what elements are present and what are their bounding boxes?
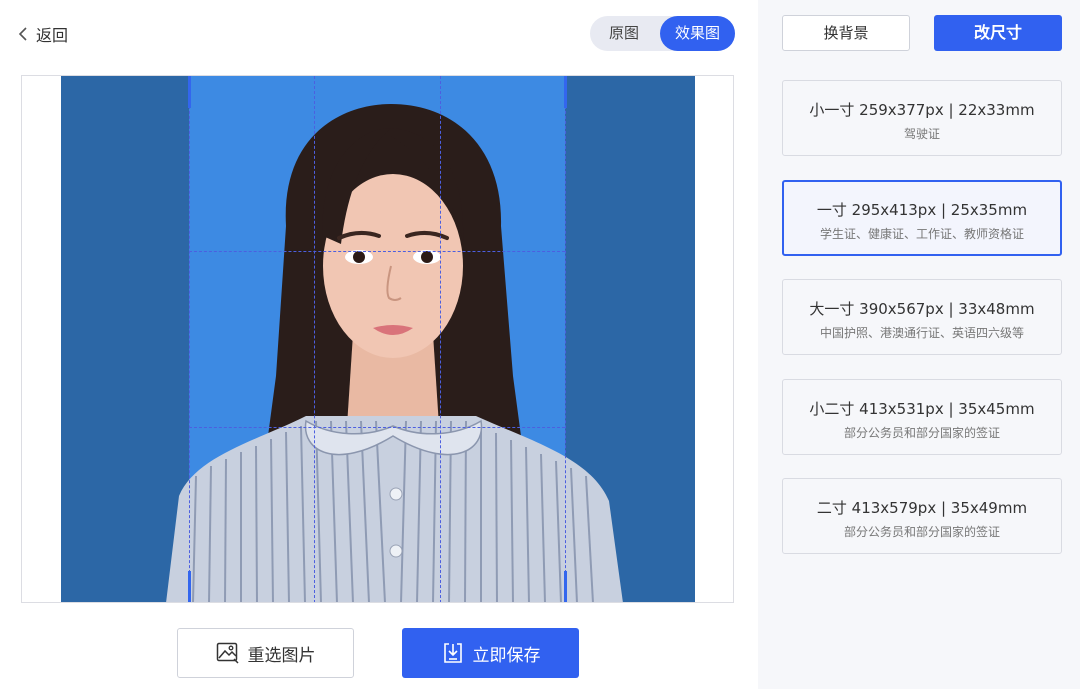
crop-handle[interactable] xyxy=(564,76,567,108)
settings-panel: 换背景 改尺寸 小一寸 259x377px | 22x33mm 驾驶证 一寸 2… xyxy=(758,0,1080,689)
size-option-large-1inch[interactable]: 大一寸 390x567px | 33x48mm 中国护照、港澳通行证、英语四六级… xyxy=(782,279,1062,355)
grid-line xyxy=(440,76,441,602)
size-option-small-1inch[interactable]: 小一寸 259x377px | 22x33mm 驾驶证 xyxy=(782,80,1062,156)
image-icon xyxy=(216,642,239,664)
size-desc: 部分公务员和部分国家的签证 xyxy=(843,525,1000,539)
change-background-button[interactable]: 换背景 xyxy=(782,15,910,51)
photo-preview xyxy=(61,76,695,602)
save-label: 立即保存 xyxy=(472,645,541,666)
crop-handle[interactable] xyxy=(564,571,567,602)
grid-line xyxy=(189,427,565,428)
size-name: 一寸 295x413px | 25x35mm xyxy=(816,201,1028,219)
portrait-image xyxy=(166,104,623,602)
size-name: 二寸 413x579px | 35x49mm xyxy=(816,499,1028,517)
size-desc: 驾驶证 xyxy=(903,127,940,141)
size-desc: 中国护照、港澳通行证、英语四六级等 xyxy=(819,326,1024,340)
reselect-label: 重选图片 xyxy=(247,645,316,666)
size-name: 小一寸 259x377px | 22x33mm xyxy=(809,101,1035,119)
size-name: 大一寸 390x567px | 33x48mm xyxy=(809,300,1035,318)
back-button[interactable]: 返回 xyxy=(18,22,68,46)
size-option-2inch[interactable]: 二寸 413x579px | 35x49mm 部分公务员和部分国家的签证 xyxy=(782,478,1062,554)
size-name: 小二寸 413x531px | 35x45mm xyxy=(809,400,1035,418)
resize-button[interactable]: 改尺寸 xyxy=(934,15,1062,51)
photo-canvas xyxy=(21,75,734,603)
reselect-image-button[interactable]: 重选图片 xyxy=(177,628,354,678)
back-label: 返回 xyxy=(36,26,69,45)
tab-effect[interactable]: 效果图 xyxy=(660,16,735,51)
grid-line xyxy=(565,76,566,602)
view-toggle: 原图 效果图 xyxy=(590,16,735,51)
grid-line xyxy=(314,76,315,602)
crop-handle[interactable] xyxy=(188,76,191,108)
size-desc: 学生证、健康证、工作证、教师资格证 xyxy=(819,227,1024,241)
size-option-small-2inch[interactable]: 小二寸 413x531px | 35x45mm 部分公务员和部分国家的签证 xyxy=(782,379,1062,455)
download-icon xyxy=(443,643,462,663)
size-desc: 部分公务员和部分国家的签证 xyxy=(843,426,1000,440)
save-button[interactable]: 立即保存 xyxy=(402,628,579,678)
tab-original[interactable]: 原图 xyxy=(590,16,658,51)
size-option-1inch[interactable]: 一寸 295x413px | 25x35mm 学生证、健康证、工作证、教师资格证 xyxy=(782,180,1062,256)
crop-handle[interactable] xyxy=(188,571,191,602)
grid-line xyxy=(189,251,565,252)
grid-line xyxy=(189,76,190,602)
chevron-left-icon xyxy=(18,27,27,41)
